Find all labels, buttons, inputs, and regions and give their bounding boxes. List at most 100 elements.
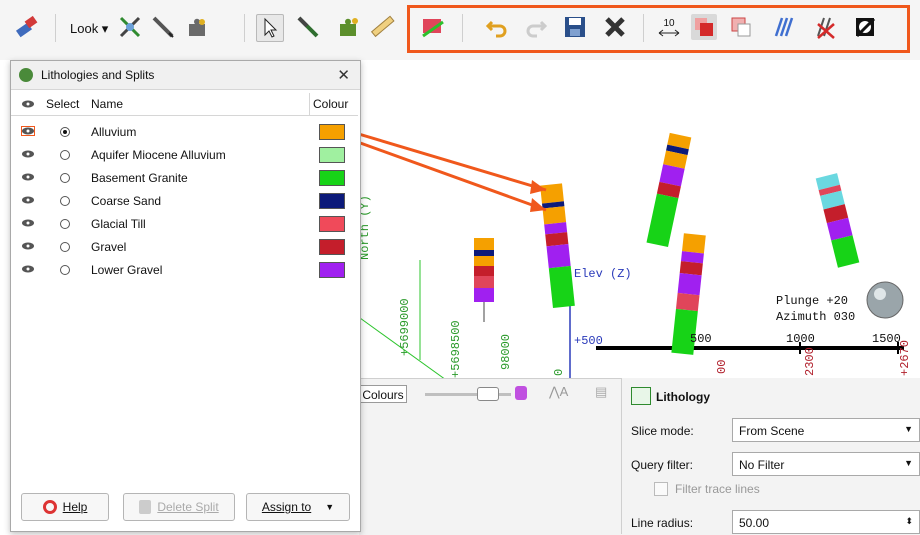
draw-pencil-icon[interactable] (295, 14, 321, 40)
eye-icon[interactable] (22, 219, 34, 227)
paint-icon[interactable] (515, 386, 527, 400)
toolbar-separator (55, 14, 56, 42)
delete-icon[interactable] (602, 14, 628, 40)
filter-trace-label: Filter trace lines (675, 482, 760, 496)
toolbar-separator (244, 14, 245, 42)
hatch-icon[interactable] (770, 14, 796, 40)
east-tick-label: 2300 (803, 347, 817, 376)
query-filter-select[interactable]: No Filter ▼ (732, 452, 920, 476)
lithologies-panel: Lithologies and Splits ✕ Select Name Col… (10, 60, 361, 532)
draw-lines-icon[interactable] (117, 14, 143, 40)
colour-swatch[interactable] (319, 262, 345, 278)
lithology-properties-panel: Lithology Slice mode: From Scene ▼ Query… (621, 378, 920, 534)
orientation-sphere (866, 281, 904, 319)
save-icon[interactable] (562, 14, 588, 40)
draw-lithology-icon[interactable] (420, 14, 446, 40)
pencil-icon[interactable] (150, 14, 176, 40)
lithology-row[interactable]: Glacial Till (11, 213, 358, 236)
colour-swatch[interactable] (319, 124, 345, 140)
assign-to-button[interactable]: Assign to ▼ (246, 493, 350, 521)
lithology-row[interactable]: Basement Granite (11, 167, 358, 190)
chevron-down-icon: ▼ (325, 502, 335, 512)
drillhole-3 (646, 132, 692, 248)
scale-label-1000: 1000 (786, 332, 815, 346)
help-button[interactable]: Help (21, 493, 109, 521)
colour-swatch[interactable] (319, 193, 345, 209)
drillhole-5 (815, 173, 860, 268)
properties-icon[interactable]: ▤ (595, 384, 607, 400)
lithology-row[interactable]: Alluvium (11, 121, 358, 144)
fill-split-icon[interactable] (691, 14, 717, 40)
colour-swatch[interactable] (319, 170, 345, 186)
select-radio[interactable] (60, 173, 70, 183)
scale-label-500: 500 (690, 332, 712, 346)
lithology-row[interactable]: Coarse Sand (11, 190, 358, 213)
lithology-row[interactable]: Gravel (11, 236, 358, 259)
lithology-row[interactable]: Lower Gravel (11, 259, 358, 282)
toolbar-separator (643, 14, 644, 42)
spinner-icon[interactable]: ⬍ (905, 516, 913, 527)
azimuth-label: Azimuth 030 (776, 310, 856, 324)
select-radio[interactable] (60, 219, 70, 229)
colour-swatch[interactable] (319, 239, 345, 255)
east-tick-label: 00 (715, 359, 729, 374)
lithology-row[interactable]: Aquifer Miocene Alluvium (11, 144, 358, 167)
north-tick-label: +5698500 (449, 320, 463, 378)
redo-icon (523, 14, 549, 40)
ruler-icon[interactable] (369, 14, 395, 40)
select-radio[interactable] (60, 242, 70, 252)
lithology-logo-icon (19, 68, 33, 82)
select-arrow-icon[interactable] (256, 14, 284, 42)
undo-icon[interactable] (484, 14, 510, 40)
misc-tick-label: 0 (552, 368, 566, 376)
opacity-slider-handle[interactable] (477, 387, 499, 401)
toolbar: Look ▾ 10 (0, 0, 920, 61)
eye-icon[interactable] (21, 126, 35, 136)
colour-column-header: Colour (309, 93, 348, 115)
eye-icon (22, 100, 34, 108)
orientation-sphere-highlight (874, 288, 886, 300)
panel-titlebar: Lithologies and Splits (11, 61, 360, 90)
slice-mode-select[interactable]: From Scene ▼ (732, 418, 920, 442)
drillhole-1 (474, 238, 494, 322)
lighting-icon[interactable]: ⋀A (549, 384, 568, 400)
hide-icon[interactable] (852, 14, 878, 40)
look-menu[interactable]: Look ▾ (70, 21, 108, 37)
table-header: Select Name Colour (11, 93, 358, 116)
colours-button[interactable]: Colours (359, 385, 407, 403)
name-column-header: Name (91, 97, 124, 111)
panel-title: Lithologies and Splits (41, 68, 155, 82)
puzzle-green-icon[interactable] (335, 14, 361, 40)
paint-brush-icon[interactable] (14, 14, 40, 40)
eye-icon[interactable] (22, 196, 34, 204)
lithology-name: Coarse Sand (91, 194, 162, 208)
scale-icon[interactable]: 10 (656, 14, 682, 40)
select-radio[interactable] (60, 127, 70, 137)
erase-split-icon[interactable] (812, 14, 838, 40)
slice-mode-label: Slice mode: (631, 424, 694, 438)
close-icon[interactable]: ✕ (337, 66, 350, 84)
select-radio[interactable] (60, 150, 70, 160)
eye-icon[interactable] (22, 173, 34, 181)
plunge-label: Plunge +20 (776, 294, 849, 308)
filter-trace-checkbox[interactable] (654, 482, 668, 496)
delete-icon (139, 500, 152, 514)
clip-split-icon[interactable] (728, 14, 754, 40)
select-radio[interactable] (60, 196, 70, 206)
puzzle-icon[interactable] (184, 14, 210, 40)
line-radius-label: Line radius: (631, 516, 694, 530)
lithology-name: Lower Gravel (91, 263, 163, 277)
eye-icon[interactable] (22, 150, 34, 158)
annotation-arrow (351, 138, 547, 212)
east-tick-label: +2670 (898, 339, 912, 376)
line-radius-input[interactable]: 50.00 ⬍ (732, 510, 920, 534)
query-filter-value: No Filter (739, 458, 785, 472)
colour-swatch[interactable] (319, 216, 345, 232)
eye-icon[interactable] (22, 265, 34, 273)
elev-axis-label: Elev (Z) (574, 267, 632, 281)
select-column-header: Select (46, 97, 80, 111)
drillhole-2 (540, 183, 575, 308)
select-radio[interactable] (60, 265, 70, 275)
eye-icon[interactable] (22, 242, 34, 250)
colour-swatch[interactable] (319, 147, 345, 163)
